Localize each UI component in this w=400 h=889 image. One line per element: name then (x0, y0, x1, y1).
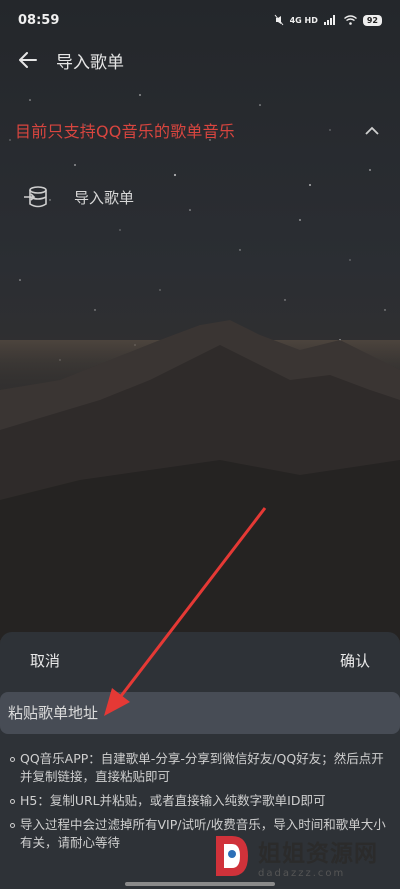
status-time: 08:59 (18, 12, 60, 28)
notice-text: 目前只支持QQ音乐的歌单音乐 (15, 122, 235, 141)
app-bar: 导入歌单 (0, 40, 400, 80)
page-title: 导入歌单 (56, 52, 124, 73)
bullet-icon (10, 757, 15, 762)
tip-text: QQ音乐APP：自建歌单-分享-分享到微信好友/QQ好友；然后点开并复制链接，直… (20, 751, 384, 784)
chevron-up-icon (365, 126, 379, 135)
watermark-subtitle: dadazzz.com (258, 867, 346, 879)
back-arrow-icon (19, 52, 37, 68)
confirm-button[interactable]: 确认 (340, 650, 370, 671)
import-playlist-option[interactable]: 导入歌单 (0, 175, 400, 219)
watermark-title: 姐姐资源网 (258, 840, 378, 867)
bullet-icon (10, 799, 15, 804)
watermark-logo-icon (216, 836, 248, 876)
sheet-header: 取消 确认 (0, 632, 400, 688)
mute-icon (274, 14, 283, 26)
bullet-icon (10, 823, 15, 828)
collapse-button[interactable] (362, 120, 382, 140)
import-option-label: 导入歌单 (74, 188, 135, 207)
network-label: 4G HD (289, 15, 318, 25)
tip-item: H5：复制URL并粘贴，或者直接输入纯数字歌单ID即可 (10, 792, 395, 810)
battery-indicator: 92 (362, 14, 382, 26)
status-icons: 4G HD 92 (274, 14, 382, 26)
status-bar: 08:59 4G HD 92 (0, 0, 400, 40)
tip-item: QQ音乐APP：自建歌单-分享-分享到微信好友/QQ好友；然后点开并复制链接，直… (10, 750, 395, 786)
tip-text: H5：复制URL并粘贴，或者直接输入纯数字歌单ID即可 (20, 793, 326, 808)
database-import-icon (24, 186, 47, 208)
playlist-url-input[interactable] (0, 692, 400, 734)
watermark: 姐姐资源网 dadazzz.com (212, 826, 397, 886)
notice-header[interactable]: 目前只支持QQ音乐的歌单音乐 (0, 110, 400, 150)
mountain-silhouette (0, 320, 400, 640)
cancel-button[interactable]: 取消 (30, 650, 60, 671)
wifi-icon (343, 15, 357, 25)
signal-icon (323, 15, 335, 25)
back-button[interactable] (0, 40, 56, 80)
